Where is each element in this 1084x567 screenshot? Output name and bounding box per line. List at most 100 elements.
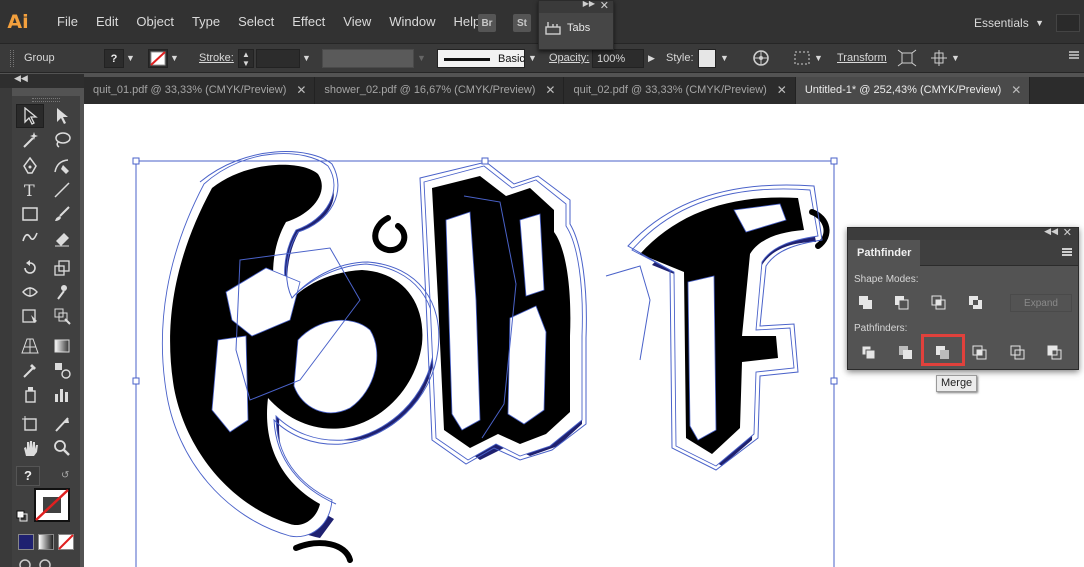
unite-icon[interactable] — [853, 291, 879, 313]
menu-effect[interactable]: Effect — [283, 0, 334, 44]
rotate-tool-icon[interactable] — [16, 256, 44, 280]
stock-button[interactable]: St — [513, 14, 531, 32]
slice-tool-icon[interactable] — [48, 412, 76, 436]
align-to-icon[interactable] — [792, 49, 812, 68]
minus-front-icon[interactable] — [889, 291, 915, 313]
magic-wand-tool-icon[interactable] — [16, 128, 44, 152]
opacity-label[interactable]: Opacity: — [549, 49, 589, 68]
hand-tool-icon[interactable] — [16, 436, 44, 460]
grip-handle[interactable] — [32, 98, 60, 102]
grip-handle[interactable] — [10, 50, 14, 67]
minus-back-icon[interactable] — [1042, 341, 1068, 363]
shape-builder-tool-icon[interactable] — [48, 304, 76, 328]
collapse-icon[interactable]: ◀◀ — [14, 73, 28, 84]
gradient-mode-icon[interactable] — [38, 534, 54, 550]
chevron-down-icon[interactable]: ▼ — [814, 49, 824, 68]
isolate-group-icon[interactable] — [897, 49, 917, 68]
chevron-down-icon[interactable]: ▼ — [720, 49, 732, 68]
graphic-style-swatch[interactable] — [698, 49, 716, 68]
swap-fill-stroke-icon[interactable]: ↺ — [61, 470, 69, 481]
default-colors-icon[interactable] — [16, 510, 28, 522]
exclude-icon[interactable] — [963, 291, 989, 313]
fill-swatch-default[interactable]: ? — [16, 466, 40, 486]
tab-pathfinder[interactable]: Pathfinder — [848, 240, 921, 266]
variable-width-profile[interactable] — [322, 49, 414, 68]
close-icon[interactable]: ✕ — [777, 77, 787, 104]
column-graph-tool-icon[interactable] — [48, 382, 76, 406]
screen-mode-icon[interactable] — [38, 558, 52, 567]
collapse-icon[interactable]: ▶▶ — [583, 0, 595, 8]
free-transform-tool-icon[interactable] — [16, 304, 44, 328]
expand-button[interactable]: Expand — [1010, 294, 1072, 312]
workspace-switcher[interactable]: Essentials ▼ — [966, 12, 1050, 34]
rectangle-tool-icon[interactable] — [16, 202, 44, 226]
tab-shower-02[interactable]: shower_02.pdf @ 16,67% (CMYK/Preview) ✕ — [315, 77, 565, 104]
arrange-icon[interactable] — [929, 49, 949, 68]
puppet-warp-tool-icon[interactable] — [48, 280, 76, 304]
trim-icon[interactable] — [893, 341, 919, 363]
stroke-swatch[interactable] — [148, 49, 168, 68]
color-mode-icon[interactable] — [18, 534, 34, 550]
chevron-down-icon[interactable]: ▼ — [170, 49, 182, 68]
tab-untitled-1[interactable]: Untitled-1* @ 252,43% (CMYK/Preview) ✕ — [795, 77, 1031, 104]
chevron-down-icon[interactable]: ▼ — [417, 49, 429, 68]
direct-selection-tool-icon[interactable] — [48, 104, 76, 128]
symbol-sprayer-tool-icon[interactable] — [16, 382, 44, 406]
fill-swatch[interactable]: ? — [104, 49, 124, 68]
perspective-grid-tool-icon[interactable] — [16, 334, 44, 358]
none-mode-icon[interactable] — [58, 534, 74, 550]
tabs-palette[interactable]: ▶▶ ✕ Tabs — [538, 0, 614, 50]
paintbrush-tool-icon[interactable] — [48, 202, 76, 226]
eraser-tool-icon[interactable] — [48, 226, 76, 250]
close-icon[interactable]: ✕ — [545, 77, 555, 104]
control-panel-menu-icon[interactable] — [1068, 49, 1082, 68]
brush-definition[interactable]: Basic — [437, 49, 525, 68]
divide-icon[interactable] — [856, 341, 882, 363]
selection-tool-icon[interactable] — [16, 104, 44, 128]
stroke-swatch-none[interactable] — [34, 488, 70, 522]
palette-header[interactable]: ▶▶ ✕ — [539, 0, 613, 13]
outline-icon[interactable] — [1005, 341, 1031, 363]
pen-tool-icon[interactable] — [16, 154, 44, 178]
chevron-down-icon[interactable]: ▼ — [528, 49, 540, 68]
close-icon[interactable]: ✕ — [1011, 77, 1021, 104]
intersect-icon[interactable] — [926, 291, 952, 313]
tools-panel-header[interactable]: ◀◀ — [0, 73, 84, 88]
menu-object[interactable]: Object — [127, 0, 183, 44]
blend-tool-icon[interactable] — [48, 358, 76, 382]
panel-header[interactable]: ◀◀ ✕ — [848, 226, 1078, 240]
recolor-artwork-icon[interactable] — [752, 49, 770, 68]
stroke-weight-field[interactable] — [256, 49, 300, 68]
menu-window[interactable]: Window — [380, 0, 444, 44]
zoom-tool-icon[interactable] — [48, 436, 76, 460]
search-field[interactable] — [1056, 14, 1080, 32]
chevron-down-icon[interactable]: ▼ — [302, 49, 314, 68]
type-tool-icon[interactable]: T — [16, 178, 44, 202]
close-icon[interactable]: ✕ — [600, 0, 609, 12]
transform-link[interactable]: Transform — [837, 49, 887, 68]
width-tool-icon[interactable] — [16, 280, 44, 304]
artboard-tool-icon[interactable] — [16, 412, 44, 436]
chevron-down-icon[interactable]: ▼ — [126, 49, 138, 68]
menu-view[interactable]: View — [334, 0, 380, 44]
close-icon[interactable]: ✕ — [1063, 226, 1072, 239]
menu-file[interactable]: File — [48, 0, 87, 44]
scale-tool-icon[interactable] — [48, 256, 76, 280]
tab-quit-02[interactable]: quit_02.pdf @ 33,33% (CMYK/Preview) ✕ — [564, 77, 796, 104]
line-segment-tool-icon[interactable] — [48, 178, 76, 202]
menu-edit[interactable]: Edit — [87, 0, 127, 44]
panel-menu-icon[interactable] — [1062, 248, 1072, 256]
bridge-button[interactable]: Br — [478, 14, 496, 32]
chevron-right-icon[interactable]: ▶ — [648, 49, 658, 68]
gradient-tool-icon[interactable] — [48, 334, 76, 358]
draw-mode-icon[interactable] — [18, 558, 32, 567]
menu-type[interactable]: Type — [183, 0, 229, 44]
stroke-label[interactable]: Stroke: — [199, 49, 234, 68]
eyedropper-tool-icon[interactable] — [16, 358, 44, 382]
close-icon[interactable]: ✕ — [296, 77, 306, 104]
menu-select[interactable]: Select — [229, 0, 283, 44]
lasso-tool-icon[interactable] — [48, 128, 76, 152]
opacity-field[interactable]: 100% — [592, 49, 644, 68]
tab-quit-01[interactable]: quit_01.pdf @ 33,33% (CMYK/Preview) ✕ — [84, 77, 316, 104]
crop-icon[interactable] — [967, 341, 993, 363]
